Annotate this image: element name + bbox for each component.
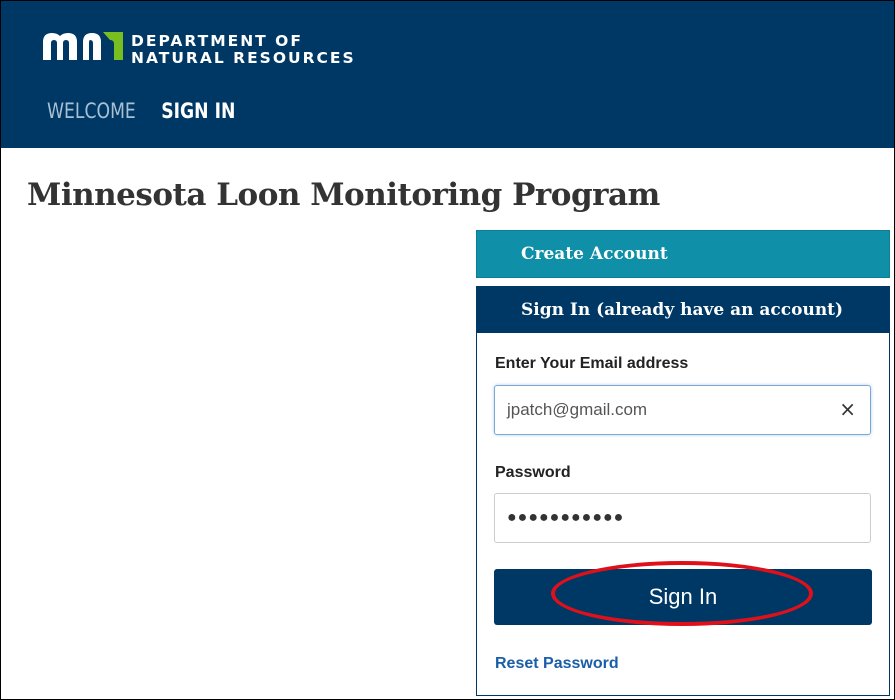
- password-value: ●●●●●●●●●●●: [507, 509, 625, 526]
- top-nav: WELCOME SIGN IN: [47, 99, 235, 123]
- password-label: Password: [495, 464, 571, 481]
- department-name: DEPARTMENT OF NATURAL RESOURCES: [131, 33, 356, 67]
- email-field[interactable]: jpatch@gmail.com ×: [494, 385, 871, 435]
- page-title: Minnesota Loon Monitoring Program: [27, 177, 660, 213]
- dept-line-2: NATURAL RESOURCES: [131, 49, 356, 67]
- sign-in-button[interactable]: Sign In: [494, 569, 872, 625]
- nav-welcome[interactable]: WELCOME: [47, 99, 136, 123]
- create-account-button[interactable]: Create Account: [476, 230, 890, 278]
- page-frame: DEPARTMENT OF NATURAL RESOURCES WELCOME …: [0, 0, 895, 700]
- site-header: DEPARTMENT OF NATURAL RESOURCES WELCOME …: [1, 1, 894, 148]
- password-field[interactable]: ●●●●●●●●●●●: [494, 493, 871, 543]
- mn-logo-icon[interactable]: [43, 32, 123, 60]
- reset-password-link[interactable]: Reset Password: [495, 655, 619, 673]
- signin-panel-heading[interactable]: Sign In (already have an account): [477, 287, 889, 333]
- nav-sign-in[interactable]: SIGN IN: [161, 99, 235, 123]
- clear-icon[interactable]: ×: [839, 399, 856, 419]
- email-value: jpatch@gmail.com: [507, 400, 648, 419]
- dept-line-1: DEPARTMENT OF: [131, 32, 303, 50]
- signin-panel: Sign In (already have an account) Enter …: [476, 286, 890, 696]
- email-label: Enter Your Email address: [495, 355, 689, 372]
